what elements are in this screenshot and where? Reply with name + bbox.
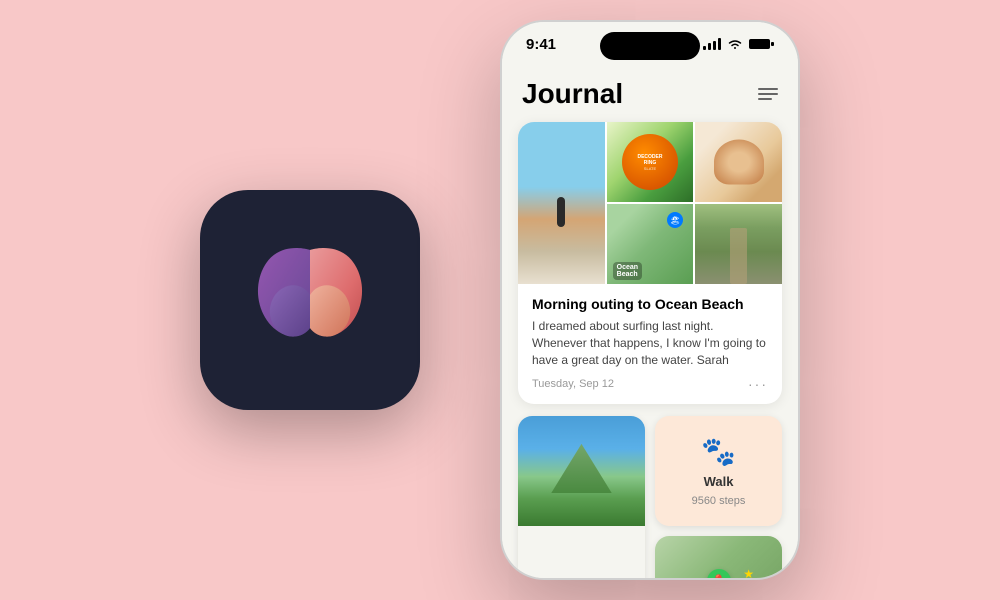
phone-frame: 9:41 <box>500 20 800 580</box>
mountain-photo <box>518 416 645 526</box>
walk-label: Walk <box>704 474 734 489</box>
main-container: 9:41 <box>0 0 1000 600</box>
path-photo <box>695 204 782 284</box>
walk-card[interactable]: 🐾 Walk 9560 steps <box>655 416 782 526</box>
app-icon <box>200 190 420 410</box>
status-bar-right <box>703 38 774 50</box>
ocean-beach-label: OceanBeach <box>613 262 642 280</box>
decoder-ring-title: DECODERRING <box>637 154 662 166</box>
shell-photo <box>695 122 782 202</box>
map-star-icon: ★ <box>743 567 754 578</box>
diablo-pin-icon: 📍 <box>707 569 731 578</box>
status-bar-time: 9:41 <box>526 36 556 53</box>
ocean-beach-pin: 🏖 <box>667 212 683 228</box>
decoder-ring-cell: DECODERRING SLATE <box>607 122 694 202</box>
right-mini-cards: 🐾 Walk 9560 steps 📍 ★ Mt. Diablo State P… <box>655 416 782 578</box>
cards-row: 🐾 Walk 9560 steps 📍 ★ Mt. Diablo State P… <box>518 416 782 578</box>
shell-photo-cell <box>695 122 782 202</box>
beach-photo <box>518 122 605 284</box>
card-footer: Tuesday, Sep 12 ··· <box>532 376 768 392</box>
journal-card-beach[interactable]: DECODERRING SLATE 🏖 <box>518 122 782 404</box>
walk-icon: 🐾 <box>701 435 736 468</box>
journal-header: Journal <box>502 66 798 118</box>
card-body: I dreamed about surfing last night. When… <box>532 318 768 368</box>
card-text: Morning outing to Ocean Beach I dreamed … <box>518 284 782 404</box>
app-icon-wrapper <box>200 190 420 410</box>
decoder-ring-logo: DECODERRING SLATE <box>622 134 678 190</box>
ocean-beach-map: 🏖 OceanBeach <box>607 204 694 284</box>
walk-steps: 9560 steps <box>692 495 746 507</box>
battery-icon <box>749 38 774 50</box>
shell-shape <box>714 140 764 185</box>
mountain-card[interactable] <box>518 416 645 578</box>
page-title: Journal <box>522 78 623 110</box>
status-bar: 9:41 <box>502 22 798 66</box>
wifi-icon <box>727 38 743 50</box>
signal-icon <box>703 38 721 50</box>
card-date: Tuesday, Sep 12 <box>532 378 614 390</box>
image-grid: DECODERRING SLATE 🏖 <box>518 122 782 284</box>
menu-button[interactable] <box>758 88 778 100</box>
decoder-ring-sub: SLATE <box>644 166 656 171</box>
beach-photo-cell <box>518 122 605 284</box>
decoder-ring-image: DECODERRING SLATE <box>607 122 694 202</box>
dynamic-island <box>600 32 700 60</box>
app-content[interactable]: Journal <box>502 66 798 578</box>
ocean-beach-map-cell: 🏖 OceanBeach <box>607 204 694 284</box>
path-photo-cell <box>695 204 782 284</box>
card-menu-dots[interactable]: ··· <box>748 376 768 392</box>
diablo-map-card[interactable]: 📍 ★ Mt. Diablo State Park <box>655 536 782 578</box>
card-title: Morning outing to Ocean Beach <box>532 296 768 312</box>
